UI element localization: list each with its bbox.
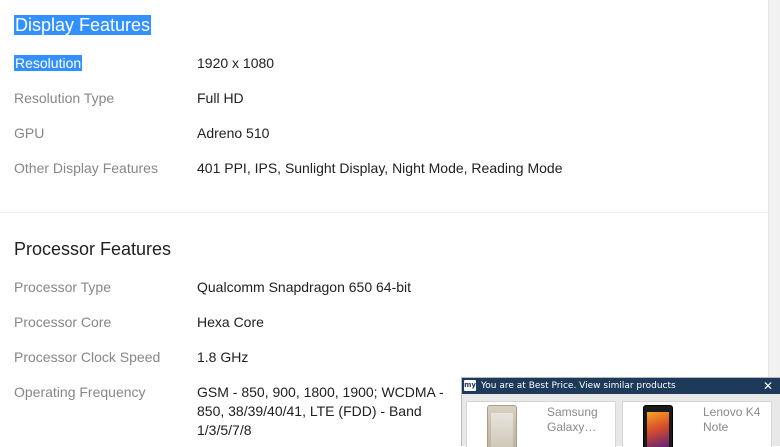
spec-label: Processor Core [14, 314, 112, 330]
phone-thumbnail-icon [643, 405, 673, 447]
similar-product-card-lenovo[interactable]: Lenovo K4 Note [622, 401, 772, 447]
spec-value: Hexa Core [197, 314, 264, 330]
spec-label: Resolution Type [14, 90, 115, 106]
processor-features-title: Processor Features [14, 239, 172, 259]
spec-value: Qualcomm Snapdragon 650 64-bit [197, 279, 412, 295]
phone-thumbnail-icon [487, 405, 517, 447]
popup-header-bar[interactable]: my You are at Best Price. View similar p… [462, 378, 780, 394]
spec-label: Resolution [14, 54, 83, 73]
section-divider [0, 212, 768, 213]
display-features-title: Display Features [14, 14, 152, 36]
spec-label: GPU [14, 125, 45, 141]
spec-value: 1.8 GHz [197, 349, 249, 365]
spec-label: Other Display Features [14, 160, 158, 176]
spec-value: Full HD [197, 90, 244, 106]
spec-value: 1920 x 1080 [197, 55, 275, 71]
spec-value: 401 PPI, IPS, Sunlight Display, Night Mo… [197, 160, 563, 176]
spec-label-text: Resolution [14, 55, 83, 71]
popup-message[interactable]: You are at Best Price. View similar prod… [481, 381, 676, 391]
brand-logo-icon: my [464, 380, 476, 391]
product-name[interactable]: Lenovo K4 Note [703, 405, 771, 435]
spec-value: GSM - 850, 900, 1800, 1900; WCDMA - 850,… [197, 384, 444, 438]
similar-products-popup: my You are at Best Price. View similar p… [461, 377, 780, 447]
product-name[interactable]: Samsung Galaxy… [547, 405, 615, 435]
spec-value: Adreno 510 [197, 125, 270, 141]
close-icon[interactable]: ✕ [763, 378, 773, 394]
spec-label: Processor Clock Speed [14, 349, 161, 365]
similar-product-card-samsung[interactable]: Samsung Galaxy… [466, 401, 616, 447]
display-features-title-text: Display Features [14, 15, 152, 35]
spec-label: Operating Frequency [14, 384, 146, 400]
spec-label: Processor Type [14, 279, 112, 295]
